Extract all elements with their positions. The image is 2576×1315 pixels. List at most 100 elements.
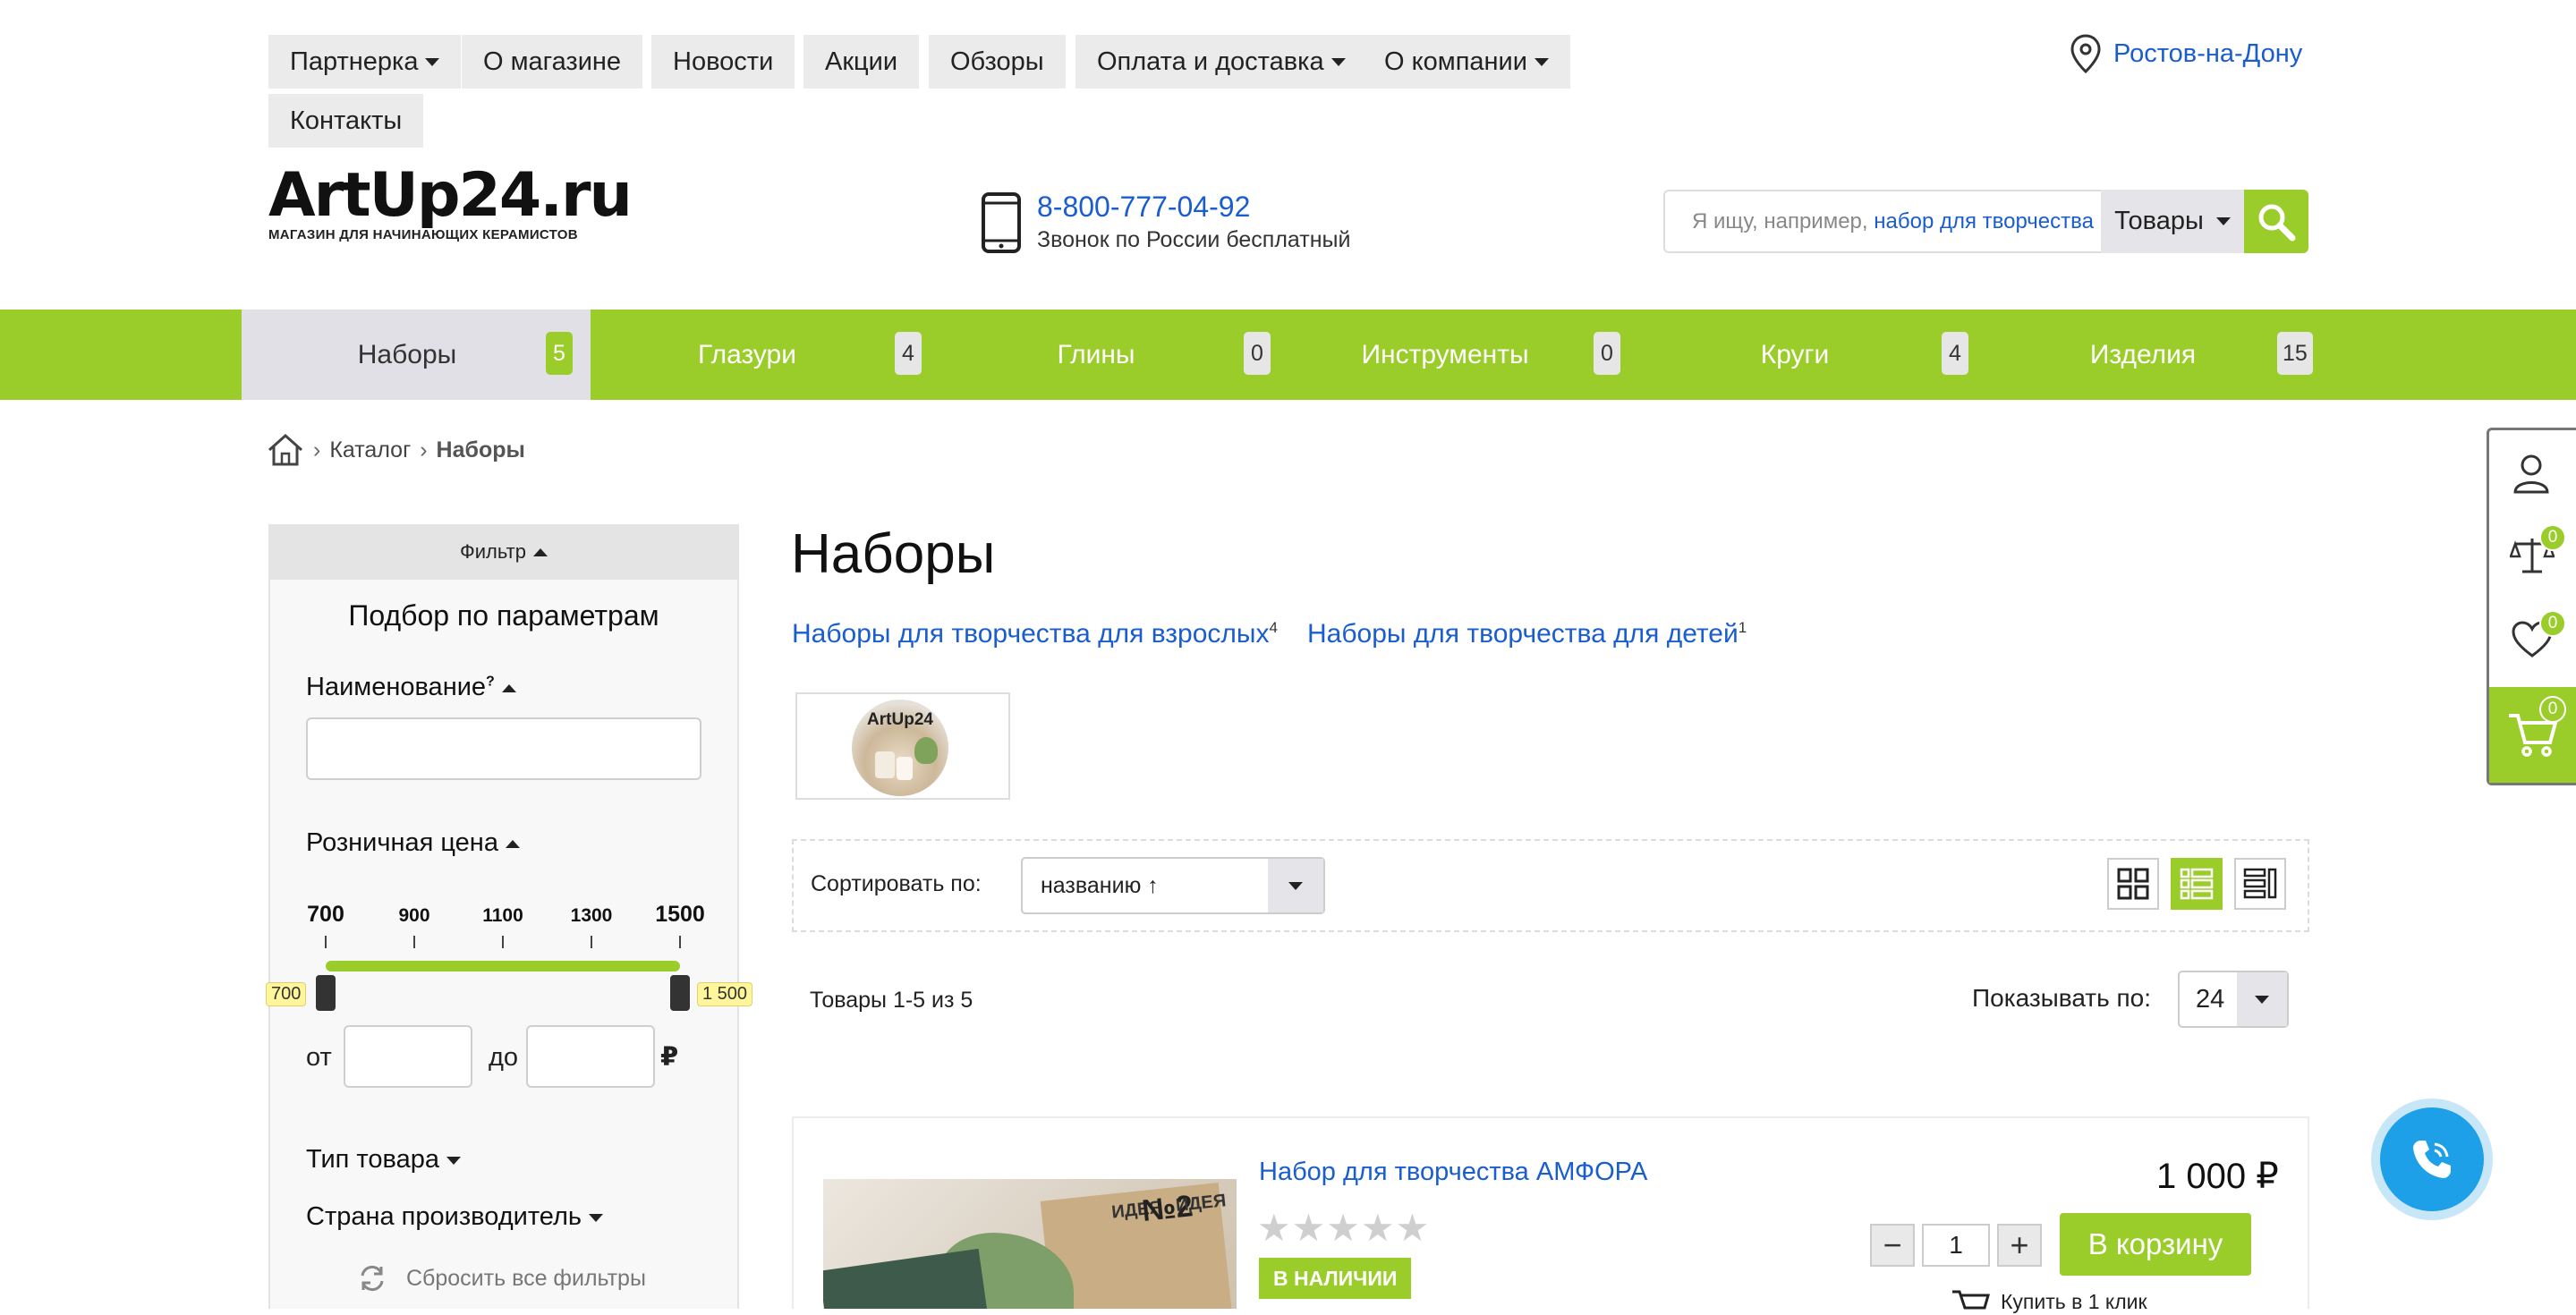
page-title: Наборы xyxy=(791,523,996,585)
topmenu-label: О компании xyxy=(1384,47,1527,76)
filter-name-heading[interactable]: Наименование? xyxy=(306,673,516,702)
home-icon[interactable] xyxy=(267,433,304,467)
price-from-input[interactable] xyxy=(344,1025,472,1088)
nav-item-wheels[interactable]: Круги xyxy=(1594,310,1943,400)
topmenu-partner[interactable]: Партнерка xyxy=(268,35,462,89)
price-tick xyxy=(502,936,504,948)
stock-badge: В НАЛИЧИИ xyxy=(1259,1258,1412,1299)
filter-country[interactable]: Страна производитель xyxy=(306,1202,603,1232)
per-page-toggle[interactable] xyxy=(2237,972,2287,1026)
price-tick-label: 900 xyxy=(398,905,430,926)
topmenu-payment-delivery[interactable]: Оплата и доставка xyxy=(1075,35,1367,89)
topmenu-contacts[interactable]: Контакты xyxy=(268,94,424,148)
nav-item-tools[interactable]: Инструменты xyxy=(1244,310,1593,400)
search-placeholder: Я ищу, например, xyxy=(1692,208,1868,233)
reset-filters-button[interactable]: Сбросить все фильтры xyxy=(358,1265,646,1292)
jar-shape xyxy=(875,751,895,778)
price-to-input[interactable] xyxy=(526,1025,655,1088)
subcategory-thumbnail[interactable]: ArtUp24 xyxy=(795,692,1010,800)
city-selector[interactable]: Ростов-на-Дону xyxy=(2070,34,2302,73)
filter-type-label: Тип товара xyxy=(306,1145,439,1174)
search-example-link[interactable]: набор для творчества xyxy=(1874,209,2094,234)
topmenu-news[interactable]: Новости xyxy=(651,35,795,89)
filter-toggle[interactable]: Фильтр xyxy=(268,524,739,580)
price-max-handle[interactable] xyxy=(670,975,690,1011)
phone-number[interactable]: 8-800-777-04-92 xyxy=(1037,191,1250,224)
search-button[interactable] xyxy=(2244,190,2308,253)
nav-item-clays[interactable]: Глины xyxy=(895,310,1244,400)
view-list-button[interactable] xyxy=(2171,858,2223,910)
price-min-handle[interactable] xyxy=(316,975,336,1011)
view-grid-button[interactable] xyxy=(2107,858,2159,910)
topmenu-reviews[interactable]: Обзоры xyxy=(929,35,1066,89)
filter-title: Подбор по параметрам xyxy=(348,599,659,632)
logo-title: ArtUp24.ru xyxy=(268,160,633,231)
filter-price-heading[interactable]: Розничная цена xyxy=(306,828,520,858)
breadcrumb-catalog[interactable]: Каталог xyxy=(329,437,411,463)
filter-country-label: Страна производитель xyxy=(306,1202,582,1231)
nav-label: Инструменты xyxy=(1361,339,1529,369)
account-button[interactable] xyxy=(2513,453,2549,500)
topmenu-about-shop[interactable]: О магазине xyxy=(462,35,643,89)
product-title-link[interactable]: Набор для творчества АМФОРА xyxy=(1259,1158,1647,1187)
items-summary: Товары 1-5 из 5 xyxy=(810,988,973,1013)
nav-count-badge: 15 xyxy=(2277,332,2313,375)
price-tick-label: 1100 xyxy=(482,905,523,926)
search-scope-select[interactable]: Товары xyxy=(2101,190,2244,253)
chevron-down-icon xyxy=(446,1156,461,1165)
reset-filters-label: Сбросить все фильтры xyxy=(406,1265,646,1291)
price-to-label: до xyxy=(489,1043,519,1072)
qty-plus-button[interactable]: + xyxy=(1997,1224,2042,1267)
price-tick xyxy=(679,936,681,948)
product-price: 1 000 ₽ xyxy=(2156,1157,2279,1196)
list-view-icon xyxy=(2180,868,2214,900)
topmenu-label: Партнерка xyxy=(290,47,419,76)
qty-minus-button[interactable]: − xyxy=(1870,1224,1915,1267)
topmenu-label: О магазине xyxy=(483,47,622,76)
callback-button[interactable] xyxy=(2380,1107,2484,1211)
chevron-down-icon xyxy=(1288,881,1303,890)
nav-item-sets[interactable]: Наборы xyxy=(242,310,591,400)
logo[interactable]: ArtUp24.ru МАГАЗИН ДЛЯ НАЧИНАЮЩИХ КЕРАМИ… xyxy=(268,160,633,243)
price-min-tag: 700 xyxy=(266,982,307,1006)
chevron-down-icon xyxy=(2215,217,2231,225)
nav-item-products[interactable]: Изделия xyxy=(1942,310,2291,400)
view-table-button[interactable] xyxy=(2234,858,2286,910)
subcategory-kids[interactable]: Наборы для творчества для детей1 xyxy=(1307,619,1747,649)
subcategory-link[interactable]: Наборы для творчества для взрослых xyxy=(792,619,1270,649)
chevron-down-icon xyxy=(588,1213,603,1222)
sort-label: Сортировать по: xyxy=(811,871,982,896)
mobile-phone-icon xyxy=(982,192,1021,253)
currency-symbol: ₽ xyxy=(660,1043,679,1072)
search-icon xyxy=(2258,204,2296,241)
subcategory-adults[interactable]: Наборы для творчества для взрослых4 xyxy=(792,619,1278,649)
topmenu-label: Обзоры xyxy=(950,47,1044,76)
phone-block xyxy=(981,191,1022,260)
qty-input[interactable]: 1 xyxy=(1922,1224,1990,1267)
product-rating[interactable]: ★★★★★ xyxy=(1257,1206,1430,1250)
user-icon xyxy=(2513,454,2549,494)
nav-label: Глазури xyxy=(698,339,796,369)
search-input[interactable]: Я ищу, например, набор для творчества xyxy=(1663,190,2113,253)
sort-select-toggle[interactable] xyxy=(1268,859,1323,912)
breadcrumb-current: Наборы xyxy=(436,437,525,462)
hint-icon[interactable]: ? xyxy=(486,674,495,689)
nav-item-glazes[interactable]: Глазури xyxy=(546,310,895,400)
breadcrumb-separator: › xyxy=(313,437,321,462)
plant-shape xyxy=(914,737,938,764)
filter-price-label: Розничная цена xyxy=(306,828,498,857)
filter-type[interactable]: Тип товара xyxy=(306,1145,461,1175)
chevron-down-icon xyxy=(425,57,440,66)
topmenu-promos[interactable]: Акции xyxy=(803,35,920,89)
buy-one-click-button[interactable]: Купить в 1 клик xyxy=(1951,1288,2147,1315)
name-filter-input[interactable] xyxy=(306,717,701,780)
chevron-down-icon xyxy=(1534,57,1549,66)
per-page-select[interactable]: 24 xyxy=(2178,971,2289,1028)
product-image[interactable]: ИДЕЯ №2 ИДЕЯ xyxy=(823,1179,1237,1309)
sort-select[interactable]: названию ↑ xyxy=(1021,857,1325,914)
topmenu-company[interactable]: О компании xyxy=(1363,35,1570,89)
subcategory-count: 1 xyxy=(1738,619,1747,636)
subcategory-link[interactable]: Наборы для творчества для детей xyxy=(1307,619,1739,649)
compare-count-badge: 0 xyxy=(2539,524,2566,551)
add-to-cart-button[interactable]: В корзину xyxy=(2060,1213,2251,1276)
